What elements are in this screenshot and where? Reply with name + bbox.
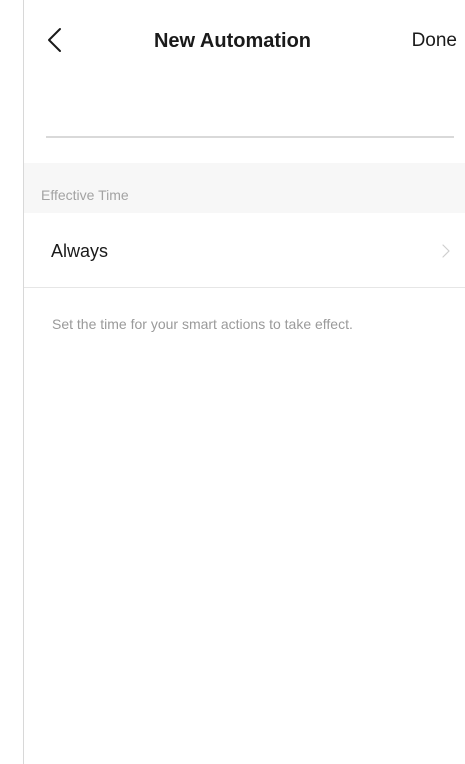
chevron-left-icon	[38, 22, 74, 58]
effective-time-row[interactable]: Always	[24, 213, 465, 287]
effective-time-helper-text: Set the time for your smart actions to t…	[52, 316, 353, 332]
done-button[interactable]: Done	[412, 30, 457, 52]
screen-edge-divider	[23, 0, 24, 764]
row-divider	[24, 287, 465, 288]
new-automation-screen: New Automation Done Effective Time Alway…	[0, 0, 465, 764]
section-label: Effective Time	[41, 187, 129, 203]
effective-time-section-header: Effective Time	[24, 163, 465, 213]
back-button[interactable]	[38, 22, 74, 58]
navigation-bar: New Automation Done	[0, 0, 465, 80]
chevron-right-icon	[441, 243, 451, 264]
automation-name-field[interactable]	[46, 92, 454, 138]
effective-time-value: Always	[51, 241, 109, 261]
